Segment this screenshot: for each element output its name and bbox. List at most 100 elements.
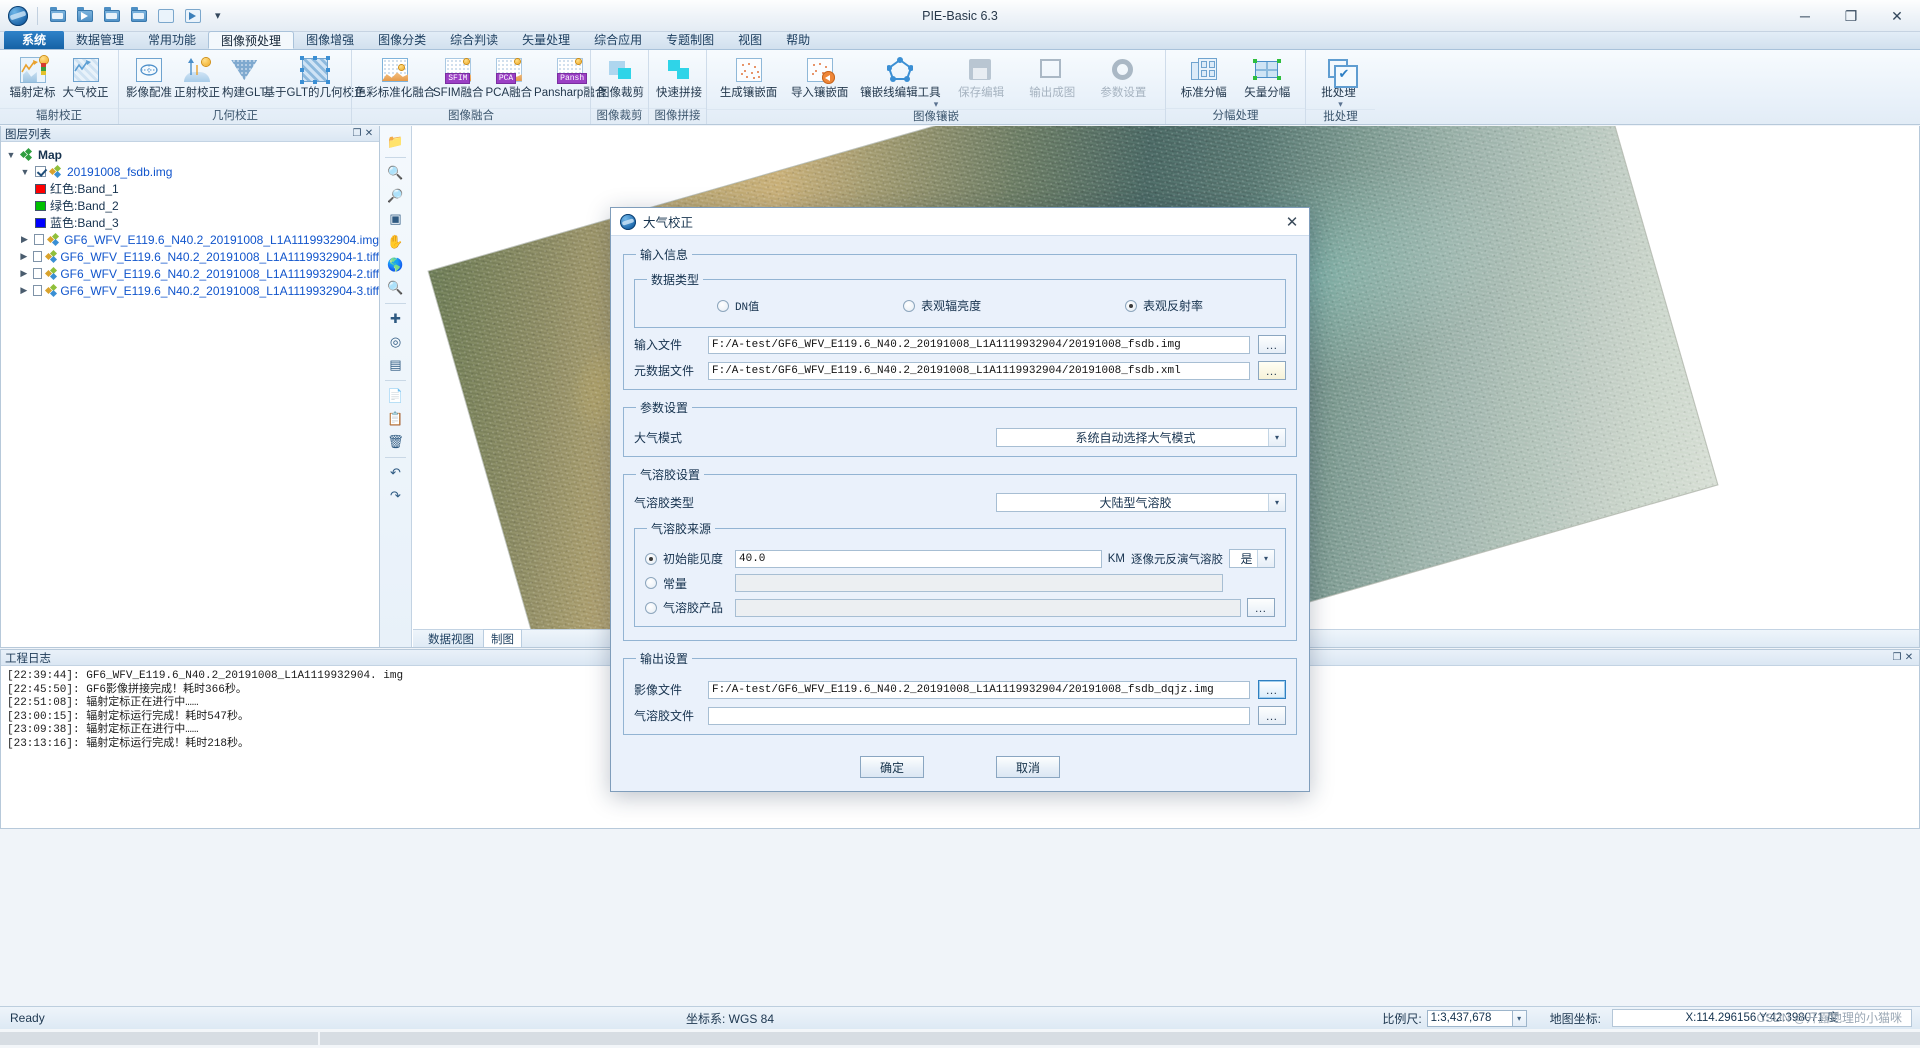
open-map-icon[interactable]: 📁: [384, 131, 408, 153]
layer-tree-root[interactable]: ▼ Map: [5, 146, 379, 163]
ribbon-group-batch-expand-icon[interactable]: ▾: [1306, 100, 1375, 109]
ok-button[interactable]: 确定: [860, 756, 924, 778]
layer-checkbox[interactable]: [32, 268, 42, 279]
tab-view[interactable]: 视图: [726, 31, 774, 49]
minimize-button[interactable]: ─: [1782, 0, 1828, 32]
target-icon[interactable]: ◎: [384, 331, 408, 353]
aerosol-file-browse-button[interactable]: …: [1258, 706, 1286, 725]
tab-data-view[interactable]: 数据视图: [421, 630, 481, 648]
layer-checkbox[interactable]: [35, 166, 46, 177]
zoom-region-icon[interactable]: 🔍: [384, 277, 408, 299]
radio-dn-value[interactable]: DN值: [716, 297, 759, 314]
ribbon-ortho-correction[interactable]: 正射校正: [173, 54, 221, 101]
ribbon-import-mosaic[interactable]: 导入镶嵌面: [784, 54, 855, 101]
paste-icon[interactable]: 📋: [384, 408, 408, 430]
tab-vector[interactable]: 矢量处理: [510, 31, 582, 49]
image-file-browse-button[interactable]: …: [1258, 680, 1286, 699]
meta-file-field[interactable]: F:/A-test/GF6_WFV_E119.6_N40.2_20191008_…: [708, 361, 1250, 380]
profile-icon[interactable]: ▤: [384, 354, 408, 376]
log-panel-close-icon[interactable]: ✕: [1903, 652, 1915, 664]
ribbon-color-normalize-fusion[interactable]: 色彩标准化融合: [355, 54, 435, 101]
list-item[interactable]: ▶ GF6_WFV_E119.6_N40.2_20191008_L1A11199…: [5, 248, 379, 265]
log-panel-pin-icon[interactable]: ❐: [1891, 652, 1903, 664]
input-file-browse-button[interactable]: …: [1258, 335, 1286, 354]
layer-expander-icon[interactable]: ▶: [19, 251, 29, 262]
radio-apparent-radiance[interactable]: 表观辐亮度: [903, 297, 981, 314]
layer-expander-icon[interactable]: ▼: [19, 167, 31, 177]
root-expander-icon[interactable]: ▼: [5, 150, 17, 160]
cancel-button[interactable]: 取消: [996, 756, 1060, 778]
layer-checkbox[interactable]: [32, 285, 42, 296]
radio-dn-value-button[interactable]: [716, 299, 729, 312]
ribbon-mosaic-line-edit[interactable]: 镶嵌线编辑工具: [855, 54, 945, 101]
scale-dropdown-icon[interactable]: ▾: [1512, 1009, 1527, 1027]
measure-icon[interactable]: ✚: [384, 308, 408, 330]
aerosol-product-browse-button[interactable]: …: [1247, 598, 1275, 617]
tab-interpret[interactable]: 综合判读: [438, 31, 510, 49]
per-pixel-retrieval-combo[interactable]: 是 ▾: [1229, 549, 1275, 568]
ribbon-radiometric-calibration[interactable]: 辐射定标: [6, 54, 59, 101]
ribbon-group-mosaic-expand-icon[interactable]: ▾: [707, 100, 1165, 109]
list-item[interactable]: ▶ GF6_WFV_E119.6_N40.2_20191008_L1A11199…: [5, 231, 379, 248]
tab-system[interactable]: 系统: [4, 31, 65, 49]
layer-panel-pin-icon[interactable]: ❐: [351, 128, 363, 140]
image-file-field[interactable]: F:/A-test/GF6_WFV_E119.6_N40.2_20191008_…: [708, 680, 1250, 699]
ribbon-generate-mosaic[interactable]: 生成镶嵌面: [713, 54, 784, 101]
constant-field[interactable]: [735, 574, 1223, 592]
list-item[interactable]: ▶ GF6_WFV_E119.6_N40.2_20191008_L1A11199…: [5, 265, 379, 282]
aerosol-type-combo[interactable]: 大陆型气溶胶 ▾: [996, 493, 1286, 512]
ribbon-batch-process[interactable]: 批处理: [1312, 54, 1365, 101]
undo-icon[interactable]: ↶: [384, 462, 408, 484]
list-item[interactable]: 蓝色:Band_3: [5, 214, 379, 231]
ribbon-image-crop[interactable]: 图像裁剪: [597, 54, 645, 101]
zoom-fit-icon[interactable]: ▣: [384, 208, 408, 230]
tab-thematic[interactable]: 专题制图: [654, 31, 726, 49]
copy-icon[interactable]: 📄: [384, 385, 408, 407]
redo-icon[interactable]: ↷: [384, 485, 408, 507]
radio-apparent-radiance-button[interactable]: [903, 299, 916, 312]
chevron-down-icon[interactable]: ▾: [1257, 550, 1274, 567]
meta-file-browse-button[interactable]: …: [1258, 361, 1286, 380]
radio-apparent-reflectance[interactable]: 表观反射率: [1125, 297, 1203, 314]
list-item[interactable]: 绿色:Band_2: [5, 197, 379, 214]
close-button[interactable]: ✕: [1874, 0, 1920, 32]
chevron-down-icon[interactable]: ▾: [1268, 494, 1285, 511]
layer-expander-icon[interactable]: ▶: [19, 285, 29, 296]
tab-data-mgmt[interactable]: 数据管理: [64, 31, 136, 49]
layer-panel-close-icon[interactable]: ✕: [363, 128, 375, 140]
layer-checkbox[interactable]: [33, 234, 45, 245]
layer-expander-icon[interactable]: ▶: [19, 234, 30, 245]
tab-common[interactable]: 常用功能: [136, 31, 208, 49]
tab-classify[interactable]: 图像分类: [366, 31, 438, 49]
maximize-button[interactable]: ❐: [1828, 0, 1874, 32]
list-item[interactable]: ▼ 20191008_fsdb.img: [5, 163, 379, 180]
tab-apps[interactable]: 综合应用: [582, 31, 654, 49]
tab-help[interactable]: 帮助: [774, 31, 822, 49]
scale-input[interactable]: 1:3,437,678: [1426, 1009, 1513, 1027]
zoom-out-icon[interactable]: 🔍: [384, 162, 408, 184]
list-item[interactable]: 红色:Band_1: [5, 180, 379, 197]
tab-enhance[interactable]: 图像增强: [294, 31, 366, 49]
globe-icon[interactable]: 🌎: [384, 254, 408, 276]
ribbon-sfim-fusion[interactable]: SFIM SFIM融合: [432, 54, 484, 101]
layer-checkbox[interactable]: [32, 251, 42, 262]
aerosol-product-field[interactable]: [735, 598, 1241, 617]
tab-preprocess[interactable]: 图像预处理: [208, 31, 295, 49]
ribbon-atmospheric-correction[interactable]: 大气校正: [59, 54, 112, 101]
delete-icon[interactable]: 🗑: [384, 431, 408, 453]
radio-initial-visibility[interactable]: [645, 552, 657, 565]
ribbon-quick-stitch[interactable]: 快速拼接: [655, 54, 703, 101]
aerosol-file-field[interactable]: [708, 706, 1250, 725]
ribbon-standard-sheet[interactable]: 标准分幅: [1172, 54, 1236, 101]
ribbon-vector-sheet[interactable]: 矢量分幅: [1236, 54, 1300, 101]
zoom-in-icon[interactable]: 🔎: [384, 185, 408, 207]
layer-expander-icon[interactable]: ▶: [19, 268, 29, 279]
radio-constant[interactable]: [645, 577, 657, 589]
radio-apparent-reflectance-button[interactable]: [1125, 299, 1138, 312]
dialog-close-button[interactable]: ✕: [1281, 211, 1303, 233]
atmos-mode-combo[interactable]: 系统自动选择大气模式 ▾: [996, 428, 1286, 447]
ribbon-image-registration[interactable]: 影像配准: [125, 54, 173, 101]
list-item[interactable]: ▶ GF6_WFV_E119.6_N40.2_20191008_L1A11199…: [5, 282, 379, 299]
chevron-down-icon[interactable]: ▾: [1268, 429, 1285, 446]
radio-aerosol-product[interactable]: [645, 601, 657, 614]
